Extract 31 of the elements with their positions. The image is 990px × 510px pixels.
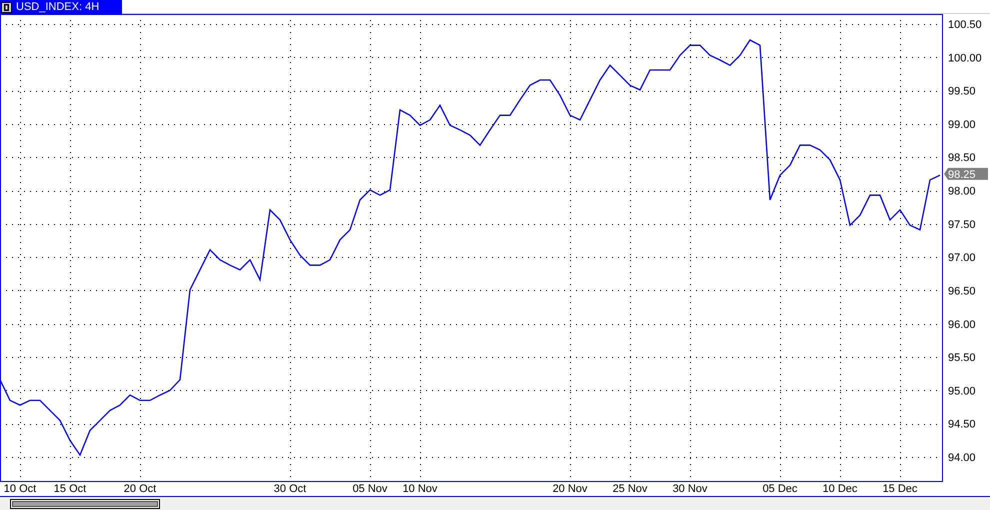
y-axis-label: 96.50: [948, 285, 976, 298]
x-axis-label: 30 Oct: [274, 483, 306, 495]
y-axis-label: 94.50: [948, 418, 976, 431]
x-axis-label: 10 Nov: [402, 483, 438, 495]
window-title: USD_INDEX: 4H: [16, 0, 100, 14]
y-axis-label: 100.50: [948, 19, 982, 31]
x-axis-label: 10 Oct: [4, 483, 36, 495]
chart-tab[interactable]: USD_INDEX: 4H: [0, 0, 122, 14]
y-axis-label: 98.00: [948, 186, 976, 198]
x-axis-label: 25 Nov: [612, 483, 648, 495]
x-axis-label: 15 Oct: [54, 483, 86, 495]
y-axis-label: 94.00: [948, 452, 976, 464]
x-axis-label: 20 Oct: [124, 483, 156, 495]
y-axis-label: 96.00: [948, 318, 976, 331]
y-axis-label: 99.50: [948, 86, 976, 98]
y-axis-label: 95.50: [948, 352, 976, 364]
chart-window-icon: [1, 2, 12, 12]
x-axis-label: 20 Nov: [552, 483, 588, 495]
last-price-tag: 98.25: [944, 168, 988, 181]
x-axis-label: 05 Nov: [352, 483, 388, 495]
y-axis-label: 97.00: [948, 252, 976, 264]
x-axis-label: 30 Nov: [672, 483, 708, 495]
y-axis-label: 98.50: [948, 152, 976, 164]
y-axis-label: 95.00: [948, 385, 976, 398]
y-axis-label: 100.00: [948, 52, 982, 64]
x-axis-label: 05 Dec: [762, 483, 798, 495]
scrollbar-thumb[interactable]: [10, 498, 160, 508]
x-axis-label: 10 Dec: [822, 483, 858, 495]
y-axis-label: 97.50: [948, 218, 976, 231]
x-axis-label: 15 Dec: [882, 483, 918, 495]
y-axis-label: 99.00: [948, 118, 976, 131]
